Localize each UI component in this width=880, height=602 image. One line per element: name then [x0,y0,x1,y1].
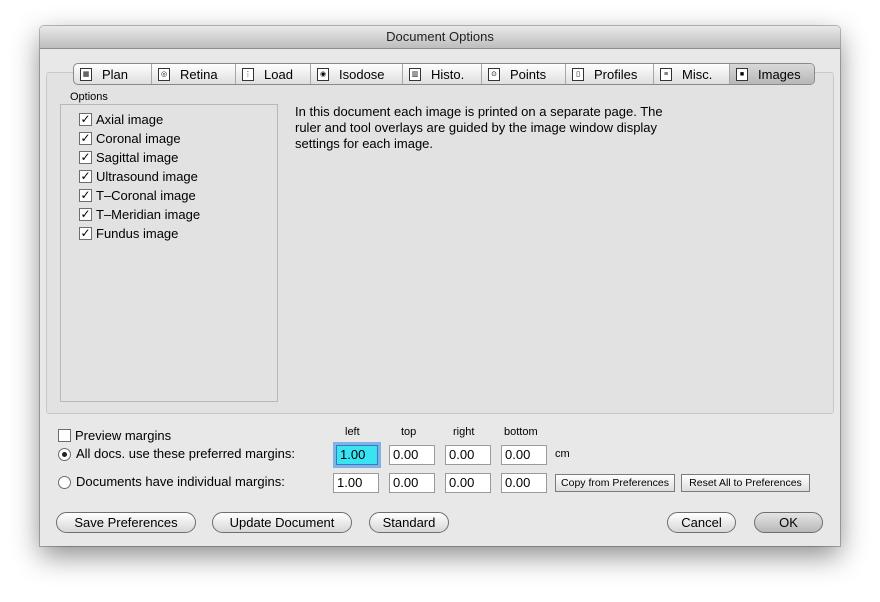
checkbox-checked[interactable]: ✓ [79,226,92,240]
ok-button[interactable]: OK [754,512,823,533]
misc-icon: ≡ [660,67,672,81]
radio-unselected[interactable] [58,476,71,489]
tab-label: Retina [180,66,218,82]
option-label: Sagittal image [96,149,179,165]
tab-bar: ▦ Plan ◎ Retina ⋮ Load ◉ Isodose ▥ Histo… [73,63,815,85]
option-label: T–Coronal image [96,187,196,203]
column-header-left: left [345,426,360,438]
tab-isodose[interactable]: ◉ Isodose [311,64,403,84]
tab-label: Images [758,66,801,82]
load-icon: ⋮ [242,67,254,81]
window-title: Document Options [40,26,840,49]
preferred-right-field[interactable]: 0.00 [445,445,491,465]
options-group-label: Options [70,91,108,103]
preferred-left-field[interactable]: 1.00 [333,442,381,468]
column-header-top: top [401,426,417,438]
individual-bottom-field[interactable]: 0.00 [501,473,547,493]
images-icon: ■ [736,67,748,81]
preferred-bottom-field[interactable]: 0.00 [501,445,547,465]
tab-label: Load [264,66,293,82]
tab-profiles[interactable]: ▯ Profiles [566,64,654,84]
option-label: Ultrasound image [96,168,198,184]
update-document-button[interactable]: Update Document [212,512,352,533]
reset-all-to-preferences-button[interactable]: Reset All to Preferences [681,474,810,492]
radio-selected[interactable] [58,448,71,461]
preferred-margins-label: All docs. use these preferred margins: [76,446,295,461]
tab-label: Plan [102,66,129,82]
tab-label: Misc. [682,66,713,82]
profiles-icon: ▯ [572,67,584,81]
tab-label: Isodose [339,66,385,82]
individual-left-field[interactable]: 1.00 [333,473,379,493]
tab-load[interactable]: ⋮ Load [236,64,311,84]
option-label: Axial image [96,111,164,127]
unit-label: cm [555,448,570,460]
description-line: settings for each image. [295,136,434,151]
isodose-icon: ◉ [317,67,329,81]
preview-margins-toggle[interactable]: Preview margins [58,426,171,444]
histo-icon: ▥ [409,67,421,81]
save-preferences-button[interactable]: Save Preferences [56,512,196,533]
option-label: Fundus image [96,225,179,241]
checkbox-checked[interactable]: ✓ [79,112,92,126]
options-group: ✓ Axial image ✓ Coronal image ✓ Sagittal… [60,104,278,402]
checkbox-checked[interactable]: ✓ [79,150,92,164]
standard-button[interactable]: Standard [369,512,449,533]
copy-from-preferences-button[interactable]: Copy from Preferences [555,474,675,492]
individual-margins-label: Documents have individual margins: [76,474,285,489]
cancel-button[interactable]: Cancel [667,512,736,533]
preferred-top-field[interactable]: 0.00 [389,445,435,465]
tab-misc[interactable]: ≡ Misc. [654,64,730,84]
individual-right-field[interactable]: 0.00 [445,473,491,493]
preview-margins-label: Preview margins [75,427,172,443]
margins-section: Preview margins left top right bottom Al… [40,416,840,546]
individual-top-field[interactable]: 0.00 [389,473,435,493]
option-label: Coronal image [96,130,181,146]
tab-label: Points [510,66,547,82]
option-ultrasound-image[interactable]: ✓ Ultrasound image [79,167,198,185]
tab-retina[interactable]: ◎ Retina [152,64,236,84]
description-line: In this document each image is printed o… [295,104,663,119]
description-line: ruler and tool overlays are guided by th… [295,120,658,135]
checkbox-checked[interactable]: ✓ [79,169,92,183]
tab-plan[interactable]: ▦ Plan [74,64,152,84]
checkbox-unchecked[interactable] [58,428,71,442]
option-label: T–Meridian image [96,206,201,222]
plan-icon: ▦ [80,67,92,81]
tab-label: Profiles [594,66,638,82]
column-header-right: right [453,426,475,438]
images-description: In this document each image is printed o… [295,104,715,152]
checkbox-checked[interactable]: ✓ [79,207,92,221]
checkbox-checked[interactable]: ✓ [79,188,92,202]
tab-histo[interactable]: ▥ Histo. [403,64,482,84]
option-coronal-image[interactable]: ✓ Coronal image [79,129,181,147]
checkbox-checked[interactable]: ✓ [79,131,92,145]
retina-icon: ◎ [158,67,170,81]
column-header-bottom: bottom [504,426,538,438]
tab-label: Histo. [431,66,465,82]
option-axial-image[interactable]: ✓ Axial image [79,110,163,128]
tab-points[interactable]: ⊙ Points [482,64,566,84]
document-options-window: Document Options ▦ Plan ◎ Retina ⋮ Load … [40,26,840,546]
points-icon: ⊙ [488,67,500,81]
option-t-meridian-image[interactable]: ✓ T–Meridian image [79,205,200,223]
option-fundus-image[interactable]: ✓ Fundus image [79,224,178,242]
option-sagittal-image[interactable]: ✓ Sagittal image [79,148,178,166]
option-t-coronal-image[interactable]: ✓ T–Coronal image [79,186,196,204]
tab-images[interactable]: ■ Images [730,64,814,84]
